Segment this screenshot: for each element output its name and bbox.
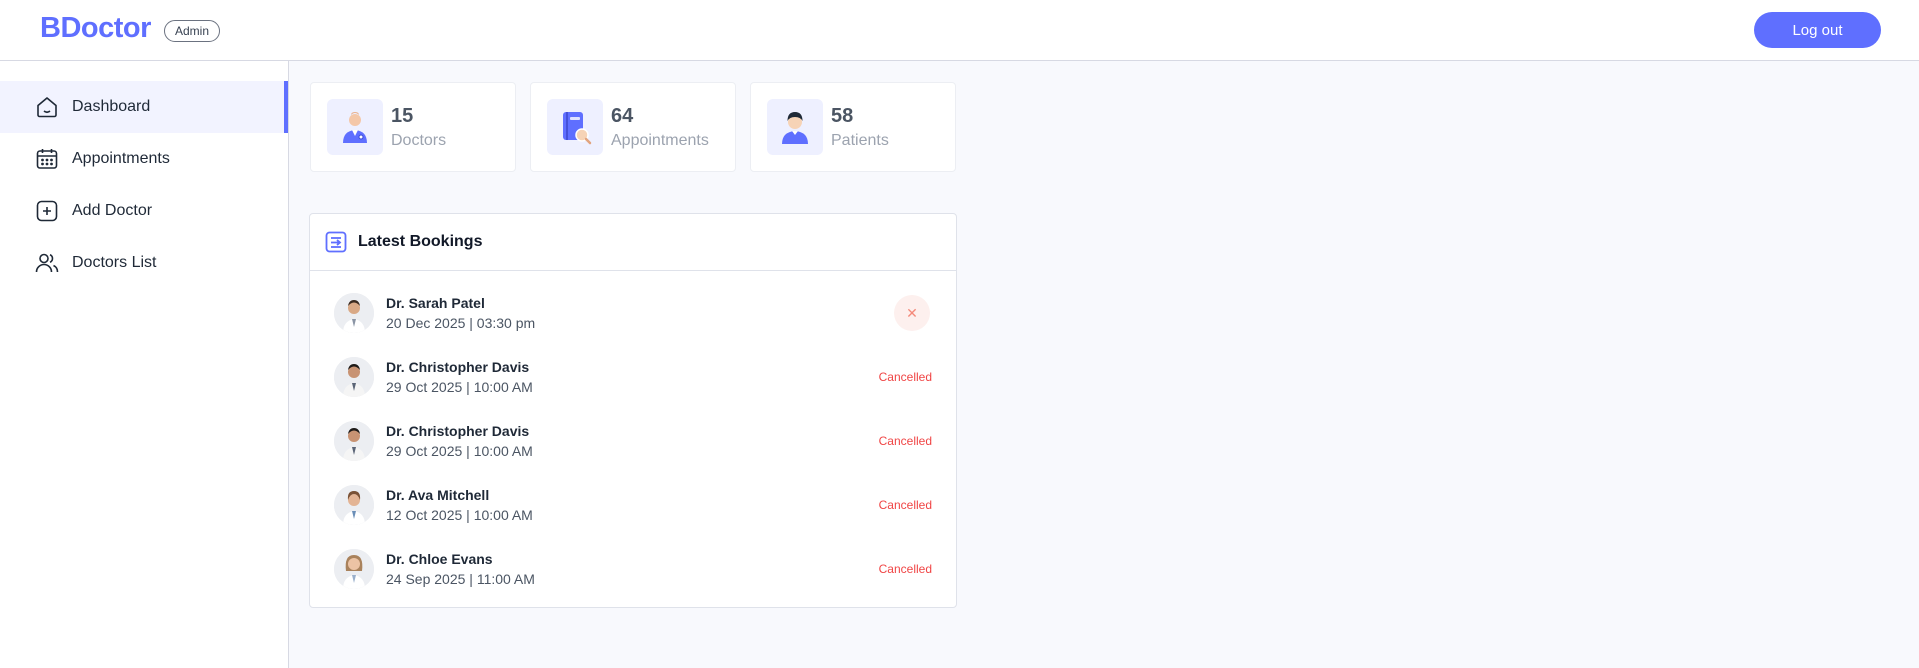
- booking-date: 20 Dec 2025 | 03:30 pm: [386, 315, 536, 331]
- booking-date: 29 Oct 2025 | 10:00 AM: [386, 443, 533, 459]
- stat-label: Patients: [831, 131, 889, 149]
- booking-row: Dr. Ava Mitchell 12 Oct 2025 | 10:00 AM …: [310, 473, 956, 537]
- sidebar-item-label: Doctors List: [72, 254, 157, 271]
- doctor-avatar: [334, 357, 374, 397]
- patient-icon: [767, 99, 823, 155]
- stat-card-doctors[interactable]: 15 Doctors: [310, 82, 516, 172]
- booking-date: 29 Oct 2025 | 10:00 AM: [386, 379, 533, 395]
- booking-doctor-name: Dr. Sarah Patel: [386, 295, 485, 311]
- stat-value: 15: [391, 104, 414, 127]
- calendar-icon: [34, 146, 60, 172]
- list-icon: [324, 230, 348, 254]
- close-icon: ✕: [906, 304, 918, 321]
- stat-label: Appointments: [611, 131, 709, 149]
- doctor-avatar: [334, 549, 374, 589]
- booking-row: Dr. Chloe Evans 24 Sep 2025 | 11:00 AM C…: [310, 537, 956, 601]
- booking-row: Dr. Sarah Patel 20 Dec 2025 | 03:30 pm ✕: [310, 281, 956, 345]
- sidebar-item-add-doctor[interactable]: Add Doctor: [0, 185, 288, 237]
- sidebar-item-dashboard[interactable]: Dashboard: [0, 81, 288, 133]
- booking-doctor-name: Dr. Christopher Davis: [386, 423, 530, 439]
- doctor-icon: [327, 99, 383, 155]
- booking-row: Dr. Christopher Davis 29 Oct 2025 | 10:0…: [310, 345, 956, 409]
- doctor-avatar: [334, 293, 374, 333]
- cancel-booking-button[interactable]: ✕: [894, 295, 930, 331]
- booking-doctor-name: Dr. Chloe Evans: [386, 551, 493, 567]
- stat-card-appointments[interactable]: 64 Appointments: [530, 82, 736, 172]
- booking-row: Dr. Christopher Davis 29 Oct 2025 | 10:0…: [310, 409, 956, 473]
- add-square-icon: [34, 198, 60, 224]
- stat-card-patients[interactable]: 58 Patients: [750, 82, 956, 172]
- booking-date: 24 Sep 2025 | 11:00 AM: [386, 571, 535, 587]
- stat-value: 64: [611, 104, 634, 127]
- main-content: 15 Doctors 64 Appointments 58 Patients L…: [289, 61, 1919, 668]
- stat-label: Doctors: [391, 131, 447, 149]
- sidebar-item-label: Appointments: [72, 150, 170, 167]
- sidebar-item-appointments[interactable]: Appointments: [0, 133, 288, 185]
- booking-doctor-name: Dr. Ava Mitchell: [386, 487, 490, 503]
- booking-doctor-name: Dr. Christopher Davis: [386, 359, 530, 375]
- latest-bookings-header: Latest Bookings: [310, 214, 956, 271]
- people-icon: [34, 250, 60, 276]
- booking-date: 12 Oct 2025 | 10:00 AM: [386, 507, 533, 523]
- role-badge: Admin: [164, 20, 221, 42]
- doctor-avatar: [334, 421, 374, 461]
- logout-button[interactable]: Log out: [1754, 12, 1881, 48]
- status-badge: Cancelled: [878, 434, 932, 448]
- appointment-book-icon: [547, 99, 603, 155]
- sidebar-item-doctors-list[interactable]: Doctors List: [0, 237, 288, 289]
- top-navbar: BDoctor Admin Log out: [0, 0, 1919, 61]
- latest-bookings-title: Latest Bookings: [358, 233, 483, 250]
- status-badge: Cancelled: [878, 498, 932, 512]
- app-logo[interactable]: BDoctor: [40, 12, 151, 45]
- sidebar: Dashboard Appointments Add Doctor Doctor…: [0, 61, 289, 668]
- sidebar-item-label: Add Doctor: [72, 202, 153, 219]
- status-badge: Cancelled: [878, 562, 932, 576]
- status-badge: Cancelled: [878, 370, 932, 384]
- latest-bookings-panel: Latest Bookings Dr. Sarah Patel 20 Dec 2…: [309, 213, 957, 608]
- doctor-avatar: [334, 485, 374, 525]
- home-icon: [34, 94, 60, 120]
- stat-value: 58: [831, 104, 854, 127]
- sidebar-item-label: Dashboard: [72, 98, 151, 115]
